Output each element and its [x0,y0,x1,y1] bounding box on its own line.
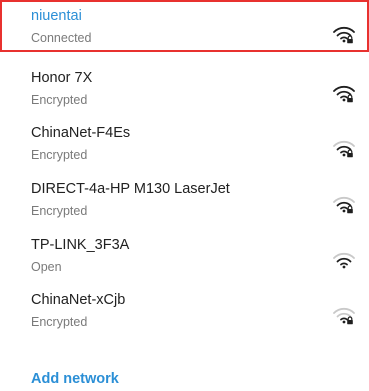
network-status: Encrypted [31,93,88,107]
network-status: Encrypted [31,315,88,329]
network-item-niuentai[interactable]: niuentai Connected [0,0,369,52]
network-status: Open [31,260,62,274]
network-status: Connected [31,31,92,45]
wifi-signal-low-lock-icon [333,307,355,325]
wifi-signal-medium-icon [333,252,355,269]
network-name: ChinaNet-F4Es [31,125,131,141]
network-item-direct-hp-laserjet[interactable]: DIRECT-4a-HP M130 LaserJet Encrypted [0,173,369,225]
add-network-link[interactable]: Add network [31,371,119,387]
network-name: TP-LINK_3F3A [31,237,130,253]
network-item-tp-link-3f3a[interactable]: TP-LINK_3F3A Open [0,229,369,281]
network-status: Encrypted [31,148,88,162]
network-item-chinanet-xcjb[interactable]: ChinaNet-xCjb Encrypted [0,284,369,336]
network-name: DIRECT-4a-HP M130 LaserJet [31,181,230,197]
network-status: Encrypted [31,204,88,218]
network-name: Honor 7X [31,70,93,86]
network-name: ChinaNet-xCjb [31,292,126,308]
network-item-honor-7x[interactable]: Honor 7X Encrypted [0,62,369,114]
wifi-signal-medium-lock-icon [333,196,355,214]
wifi-signal-full-lock-icon [333,85,355,103]
network-item-chinanet-f4es[interactable]: ChinaNet-F4Es Encrypted [0,117,369,169]
wifi-signal-medium-lock-icon [333,140,355,158]
network-name: niuentai [31,8,82,24]
wifi-signal-full-lock-icon [333,26,355,44]
